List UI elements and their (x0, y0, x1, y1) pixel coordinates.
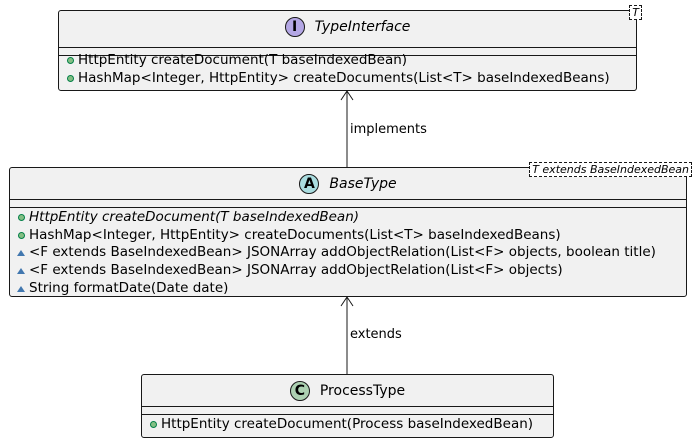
class-header: C ProcessType (142, 375, 553, 407)
public-icon (17, 232, 25, 240)
member-row: HashMap<Integer, HttpEntity> createDocum… (65, 70, 610, 88)
divider (142, 414, 553, 415)
class-type-interface[interactable]: I TypeInterface T HttpEntity createDocum… (58, 5, 642, 91)
class-name: BaseType (329, 176, 397, 192)
class-header: I TypeInterface T (59, 5, 642, 43)
class-name: TypeInterface (314, 19, 411, 35)
public-icon (66, 75, 74, 83)
type-parameter: T extends BaseIndexedBean (529, 162, 692, 177)
type-parameter: T (629, 5, 642, 20)
class-name: ProcessType (319, 383, 406, 399)
package-private-icon (17, 267, 25, 274)
class-process-type[interactable]: C ProcessType HttpEntity createDocument(… (141, 374, 554, 438)
member-row: HttpEntity createDocument(Process baseIn… (148, 416, 533, 434)
public-icon (149, 421, 157, 429)
member-row: HttpEntity createDocument(T baseIndexedB… (65, 52, 610, 70)
abstract-stereotype-icon: A (299, 174, 320, 194)
package-private-icon (17, 250, 25, 257)
member-list: HttpEntity createDocument(T baseIndexedB… (16, 209, 656, 298)
divider (10, 199, 686, 200)
member-row: <F extends BaseIndexedBean> JSONArray ad… (16, 262, 656, 280)
member-row: String formatDate(Date date) (16, 280, 656, 298)
class-stereotype-icon: C (289, 381, 310, 401)
class-header: A BaseType T extends BaseIndexedBean (10, 162, 692, 200)
extends-label: extends (350, 327, 402, 342)
package-private-icon (17, 285, 25, 292)
member-list: HttpEntity createDocument(Process baseIn… (148, 416, 533, 434)
divider (10, 207, 686, 208)
divider (59, 47, 636, 48)
member-row: HttpEntity createDocument(T baseIndexedB… (16, 209, 656, 227)
interface-stereotype-icon: I (284, 17, 305, 37)
implements-label: implements (350, 122, 427, 137)
member-row: <F extends BaseIndexedBean> JSONArray ad… (16, 244, 656, 262)
member-row: HashMap<Integer, HttpEntity> createDocum… (16, 227, 656, 245)
class-base-type[interactable]: A BaseType T extends BaseIndexedBean Htt… (9, 162, 692, 298)
public-icon (17, 214, 25, 222)
divider (142, 406, 553, 407)
public-icon (66, 57, 74, 65)
member-list: HttpEntity createDocument(T baseIndexedB… (65, 52, 610, 87)
